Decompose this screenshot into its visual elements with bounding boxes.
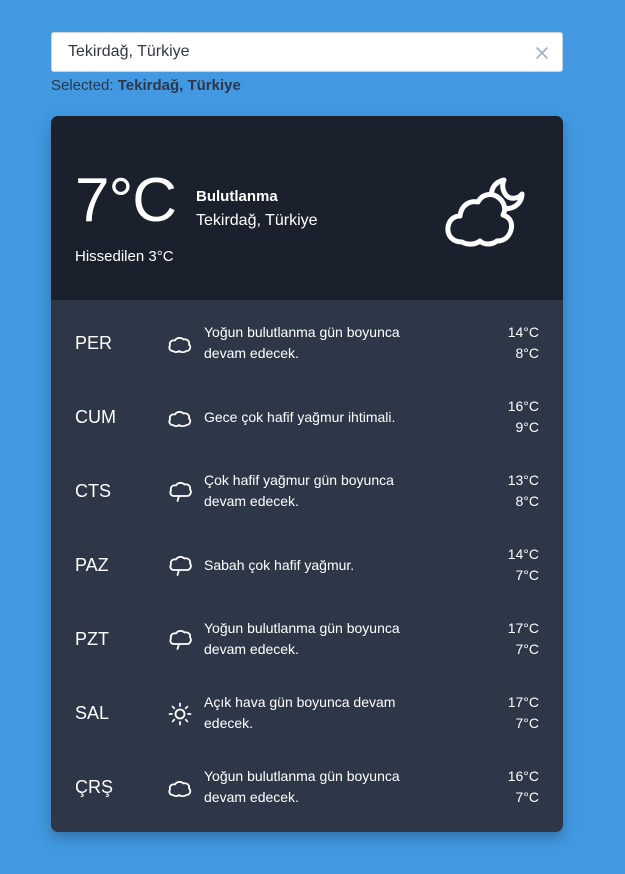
forecast-day: CTS xyxy=(75,481,111,501)
selected-value: Tekirdağ, Türkiye xyxy=(117,77,241,94)
close-icon[interactable] xyxy=(534,45,550,61)
current-condition: Bulutlanma xyxy=(196,188,278,205)
forecast-description-text: Açık hava gün boyunca devam edecek. xyxy=(204,694,396,731)
search-box xyxy=(51,32,563,72)
forecast-description-text: Yoğun bulutlanma gün boyunca devam edece… xyxy=(204,620,400,657)
forecast-temps: 16°C 9°C xyxy=(508,380,539,454)
forecast-day: PAZ xyxy=(75,555,109,575)
weather-card: 7°C Hissedilen 3°C Bulutlanma Tekirdağ, … xyxy=(51,116,563,832)
forecast-description-text: Çok hafif yağmur gün boyunca devam edece… xyxy=(204,472,394,509)
forecast-row: PZT Yoğun bulutlanma gün boyunca devam e… xyxy=(51,602,563,676)
forecast-description: Yoğun bulutlanma gün boyunca devam edece… xyxy=(204,306,426,380)
forecast-temps: 16°C 7°C xyxy=(508,750,539,824)
forecast-low: 8°C xyxy=(515,345,540,361)
rain-cloud-icon xyxy=(167,554,193,578)
forecast-low: 9°C xyxy=(515,419,540,435)
forecast-temps: 17°C 7°C xyxy=(508,676,539,750)
forecast-temps: 17°C 7°C xyxy=(508,602,539,676)
search-input[interactable] xyxy=(52,33,562,71)
forecast-row: PAZ Sabah çok hafif yağmur. 14°C 7°C xyxy=(51,528,563,602)
weather-widget: Selected: Tekirdağ, Türkiye 7°C Hissedil… xyxy=(51,32,563,832)
forecast-description: Açık hava gün boyunca devam edecek. xyxy=(204,676,426,750)
forecast-temps: 13°C 8°C xyxy=(508,454,539,528)
forecast-description-text: Yoğun bulutlanma gün boyunca devam edece… xyxy=(204,324,400,361)
forecast-low: 7°C xyxy=(515,567,540,583)
selected-location: Selected: Tekirdağ, Türkiye xyxy=(51,76,563,96)
cloud-icon xyxy=(167,332,193,356)
forecast-day: SAL xyxy=(75,703,110,723)
forecast-list: PER Yoğun bulutlanma gün boyunca devam e… xyxy=(51,300,563,832)
current-weather: 7°C Hissedilen 3°C Bulutlanma Tekirdağ, … xyxy=(51,116,563,300)
forecast-day: CUM xyxy=(75,407,116,427)
forecast-day: ÇRŞ xyxy=(75,777,114,797)
forecast-low: 8°C xyxy=(515,493,540,509)
forecast-high: 13°C xyxy=(507,472,539,488)
forecast-description-text: Yoğun bulutlanma gün boyunca devam edece… xyxy=(204,768,400,805)
feels-like: Hissedilen 3°C xyxy=(75,248,174,265)
forecast-row: CUM Gece çok hafif yağmur ihtimali. 16°C… xyxy=(51,380,563,454)
cloud-icon xyxy=(167,406,193,430)
partly-cloudy-night-icon xyxy=(442,172,526,248)
current-temperature: 7°C xyxy=(75,166,177,235)
forecast-high: 17°C xyxy=(507,694,539,710)
forecast-high: 17°C xyxy=(507,620,539,636)
forecast-high: 14°C xyxy=(507,324,539,340)
forecast-description: Sabah çok hafif yağmur. xyxy=(204,528,426,602)
cloud-icon xyxy=(167,776,193,800)
forecast-description: Yoğun bulutlanma gün boyunca devam edece… xyxy=(204,602,426,676)
forecast-high: 16°C xyxy=(507,398,539,414)
forecast-row: PER Yoğun bulutlanma gün boyunca devam e… xyxy=(51,306,563,380)
forecast-description: Çok hafif yağmur gün boyunca devam edece… xyxy=(204,454,426,528)
forecast-low: 7°C xyxy=(515,641,540,657)
forecast-description-text: Gece çok hafif yağmur ihtimali. xyxy=(204,408,396,425)
forecast-row: SAL Açık hava gün boyunca devam edecek. … xyxy=(51,676,563,750)
rain-cloud-icon xyxy=(167,480,193,504)
forecast-high: 14°C xyxy=(507,546,539,562)
forecast-day: PZT xyxy=(75,629,109,649)
sun-icon xyxy=(167,702,193,726)
forecast-low: 7°C xyxy=(515,789,540,805)
forecast-temps: 14°C 7°C xyxy=(508,528,539,602)
rain-cloud-icon xyxy=(167,628,193,652)
forecast-temps: 14°C 8°C xyxy=(508,306,539,380)
forecast-row: ÇRŞ Yoğun bulutlanma gün boyunca devam e… xyxy=(51,750,563,824)
forecast-description-text: Sabah çok hafif yağmur. xyxy=(204,556,355,573)
forecast-row: CTS Çok hafif yağmur gün boyunca devam e… xyxy=(51,454,563,528)
forecast-description: Yoğun bulutlanma gün boyunca devam edece… xyxy=(204,750,426,824)
forecast-high: 16°C xyxy=(507,768,539,784)
current-location: Tekirdağ, Türkiye xyxy=(196,212,318,229)
forecast-description: Gece çok hafif yağmur ihtimali. xyxy=(204,380,426,454)
forecast-low: 7°C xyxy=(515,715,540,731)
selected-prefix: Selected: xyxy=(51,77,114,94)
forecast-day: PER xyxy=(75,333,113,353)
